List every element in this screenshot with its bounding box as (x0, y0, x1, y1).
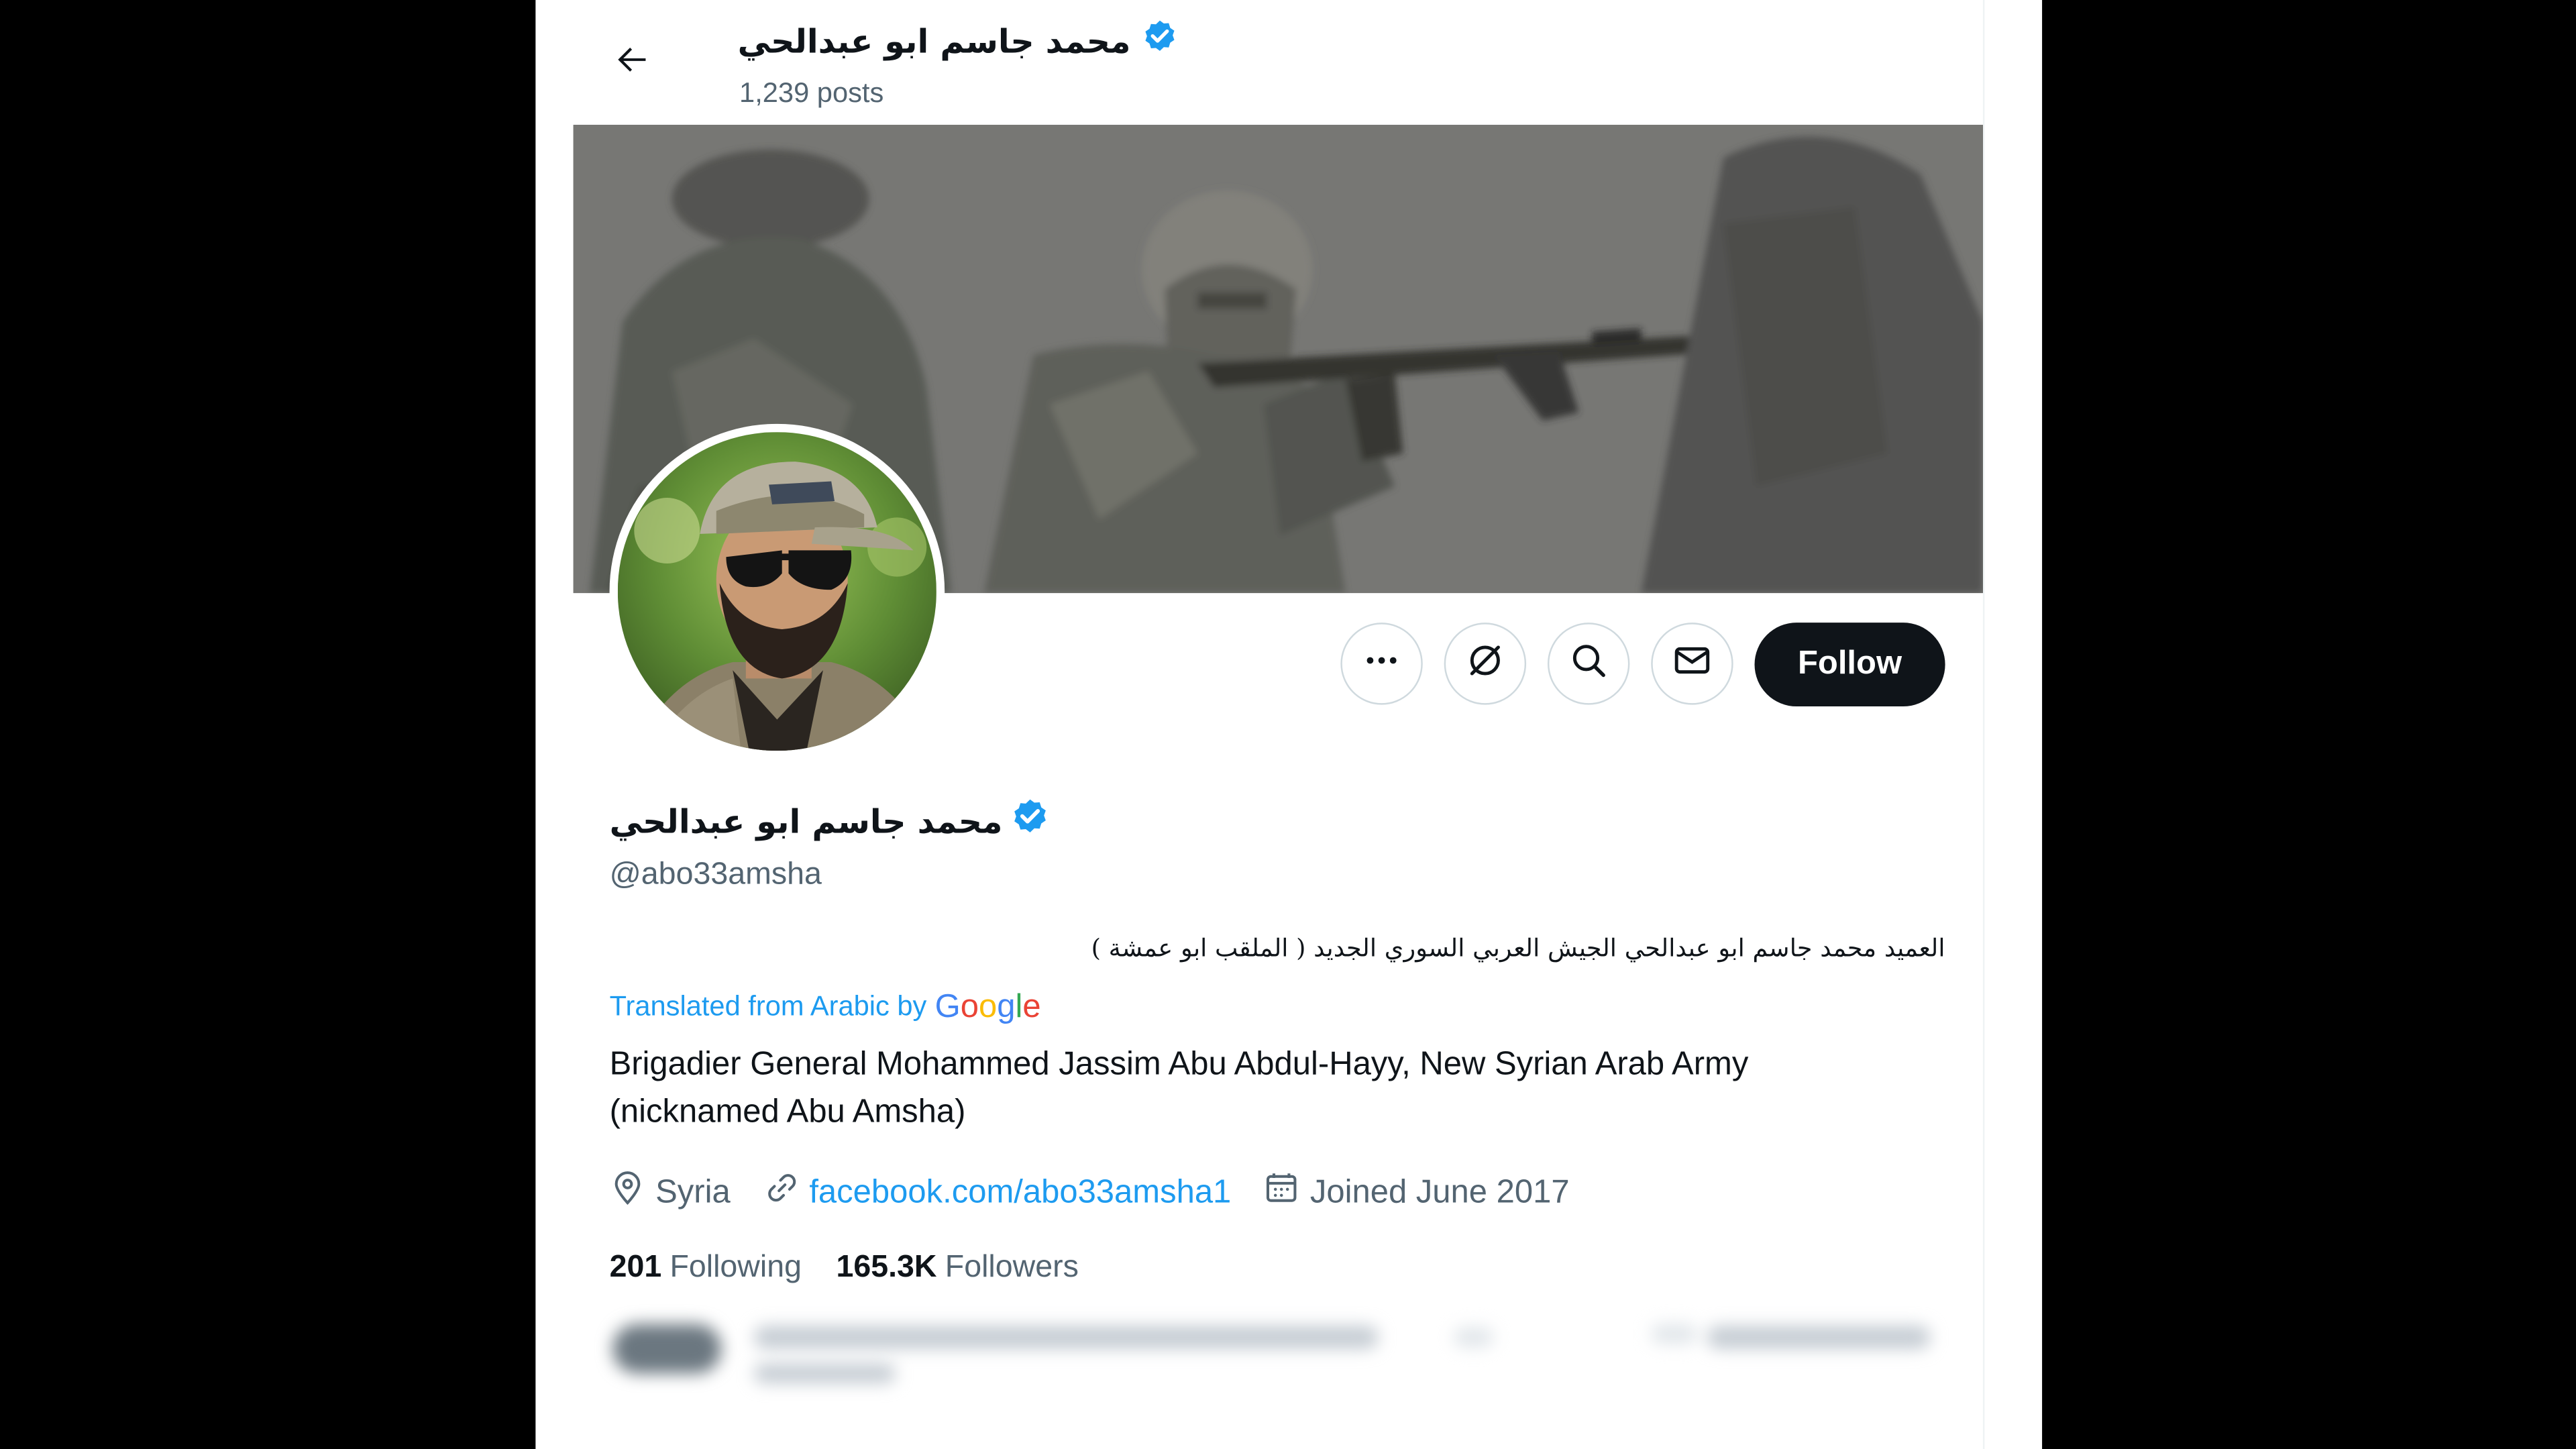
screenshot-stage: محمد جاسم ابو عبدالحي 1,239 posts Follow… (0, 0, 2576, 1449)
location: Syria (610, 1170, 731, 1216)
translated-label: Translated from Arabic by (609, 990, 927, 1022)
link-icon (763, 1170, 800, 1216)
mail-icon (1672, 640, 1712, 688)
location-text: Syria (655, 1173, 731, 1210)
more-icon (1364, 641, 1400, 686)
followers-link[interactable]: 165.3K Followers (836, 1250, 1078, 1287)
joined-text: Joined June 2017 (1309, 1173, 1570, 1210)
header-posts-count: 1,239 posts (739, 77, 884, 109)
blurred-avatars (612, 1324, 722, 1374)
following-link[interactable]: 201 Following (610, 1250, 802, 1287)
followers-label: Followers (945, 1250, 1079, 1285)
display-name: محمد جاسم ابو عبدالحي (609, 802, 1003, 841)
calendar-icon (1264, 1170, 1300, 1216)
blurred-text-line (1707, 1326, 1931, 1349)
header-display-name: محمد جاسم ابو عبدالحي (737, 21, 1131, 61)
bio-translated: Brigadier General Mohammed Jassim Abu Ab… (609, 1046, 1749, 1130)
search-icon (1569, 640, 1609, 688)
avatar[interactable] (617, 432, 936, 751)
column-divider (1982, 0, 1985, 1449)
following-label: Following (669, 1250, 802, 1285)
joined-date: Joined June 2017 (1264, 1170, 1570, 1216)
message-button[interactable] (1651, 623, 1733, 705)
back-button[interactable] (601, 32, 663, 94)
more-button[interactable] (1340, 623, 1423, 705)
follow-stats: 201 Following 165.3K Followers (610, 1247, 1114, 1290)
bio-arabic: العميد محمد جاسم ابو عبدالحي الجيش العرب… (1091, 933, 1945, 963)
website: facebook.com/abo33amsha1 (763, 1170, 1231, 1216)
profile-meta: Syria facebook.com/abo33amsha1 Joined Ju… (610, 1168, 1603, 1217)
followers-you-know-blurred (574, 1301, 1983, 1449)
website-link[interactable]: facebook.com/abo33amsha1 (809, 1174, 1231, 1212)
grok-button[interactable] (1444, 623, 1527, 705)
blurred-text-line (1454, 1327, 1494, 1348)
google-logo: Google (934, 988, 1041, 1024)
search-button[interactable] (1547, 623, 1630, 705)
blurred-text-line (1651, 1324, 1697, 1344)
grok-slash-icon (1464, 638, 1507, 689)
follow-button[interactable]: Follow (1754, 623, 1945, 707)
arrow-left-icon (612, 39, 652, 87)
handle: @abo33amsha (609, 857, 822, 892)
blurred-text-line (754, 1326, 1379, 1349)
header-name-row: محمد جاسم ابو عبدالحي (738, 16, 1180, 65)
followers-count: 165.3K (836, 1250, 937, 1285)
profile-name-row: محمد جاسم ابو عبدالحي (610, 795, 1052, 847)
location-pin-icon (610, 1170, 646, 1216)
verified-badge-icon (1140, 17, 1180, 65)
following-count: 201 (609, 1250, 662, 1285)
verified-badge-icon[interactable] (1009, 796, 1052, 847)
blurred-text-line (754, 1363, 896, 1384)
avatar-frame[interactable] (609, 423, 945, 759)
translated-by-link[interactable]: Translated from Arabic by Google (610, 985, 1041, 1028)
avatar-photo (617, 432, 936, 751)
